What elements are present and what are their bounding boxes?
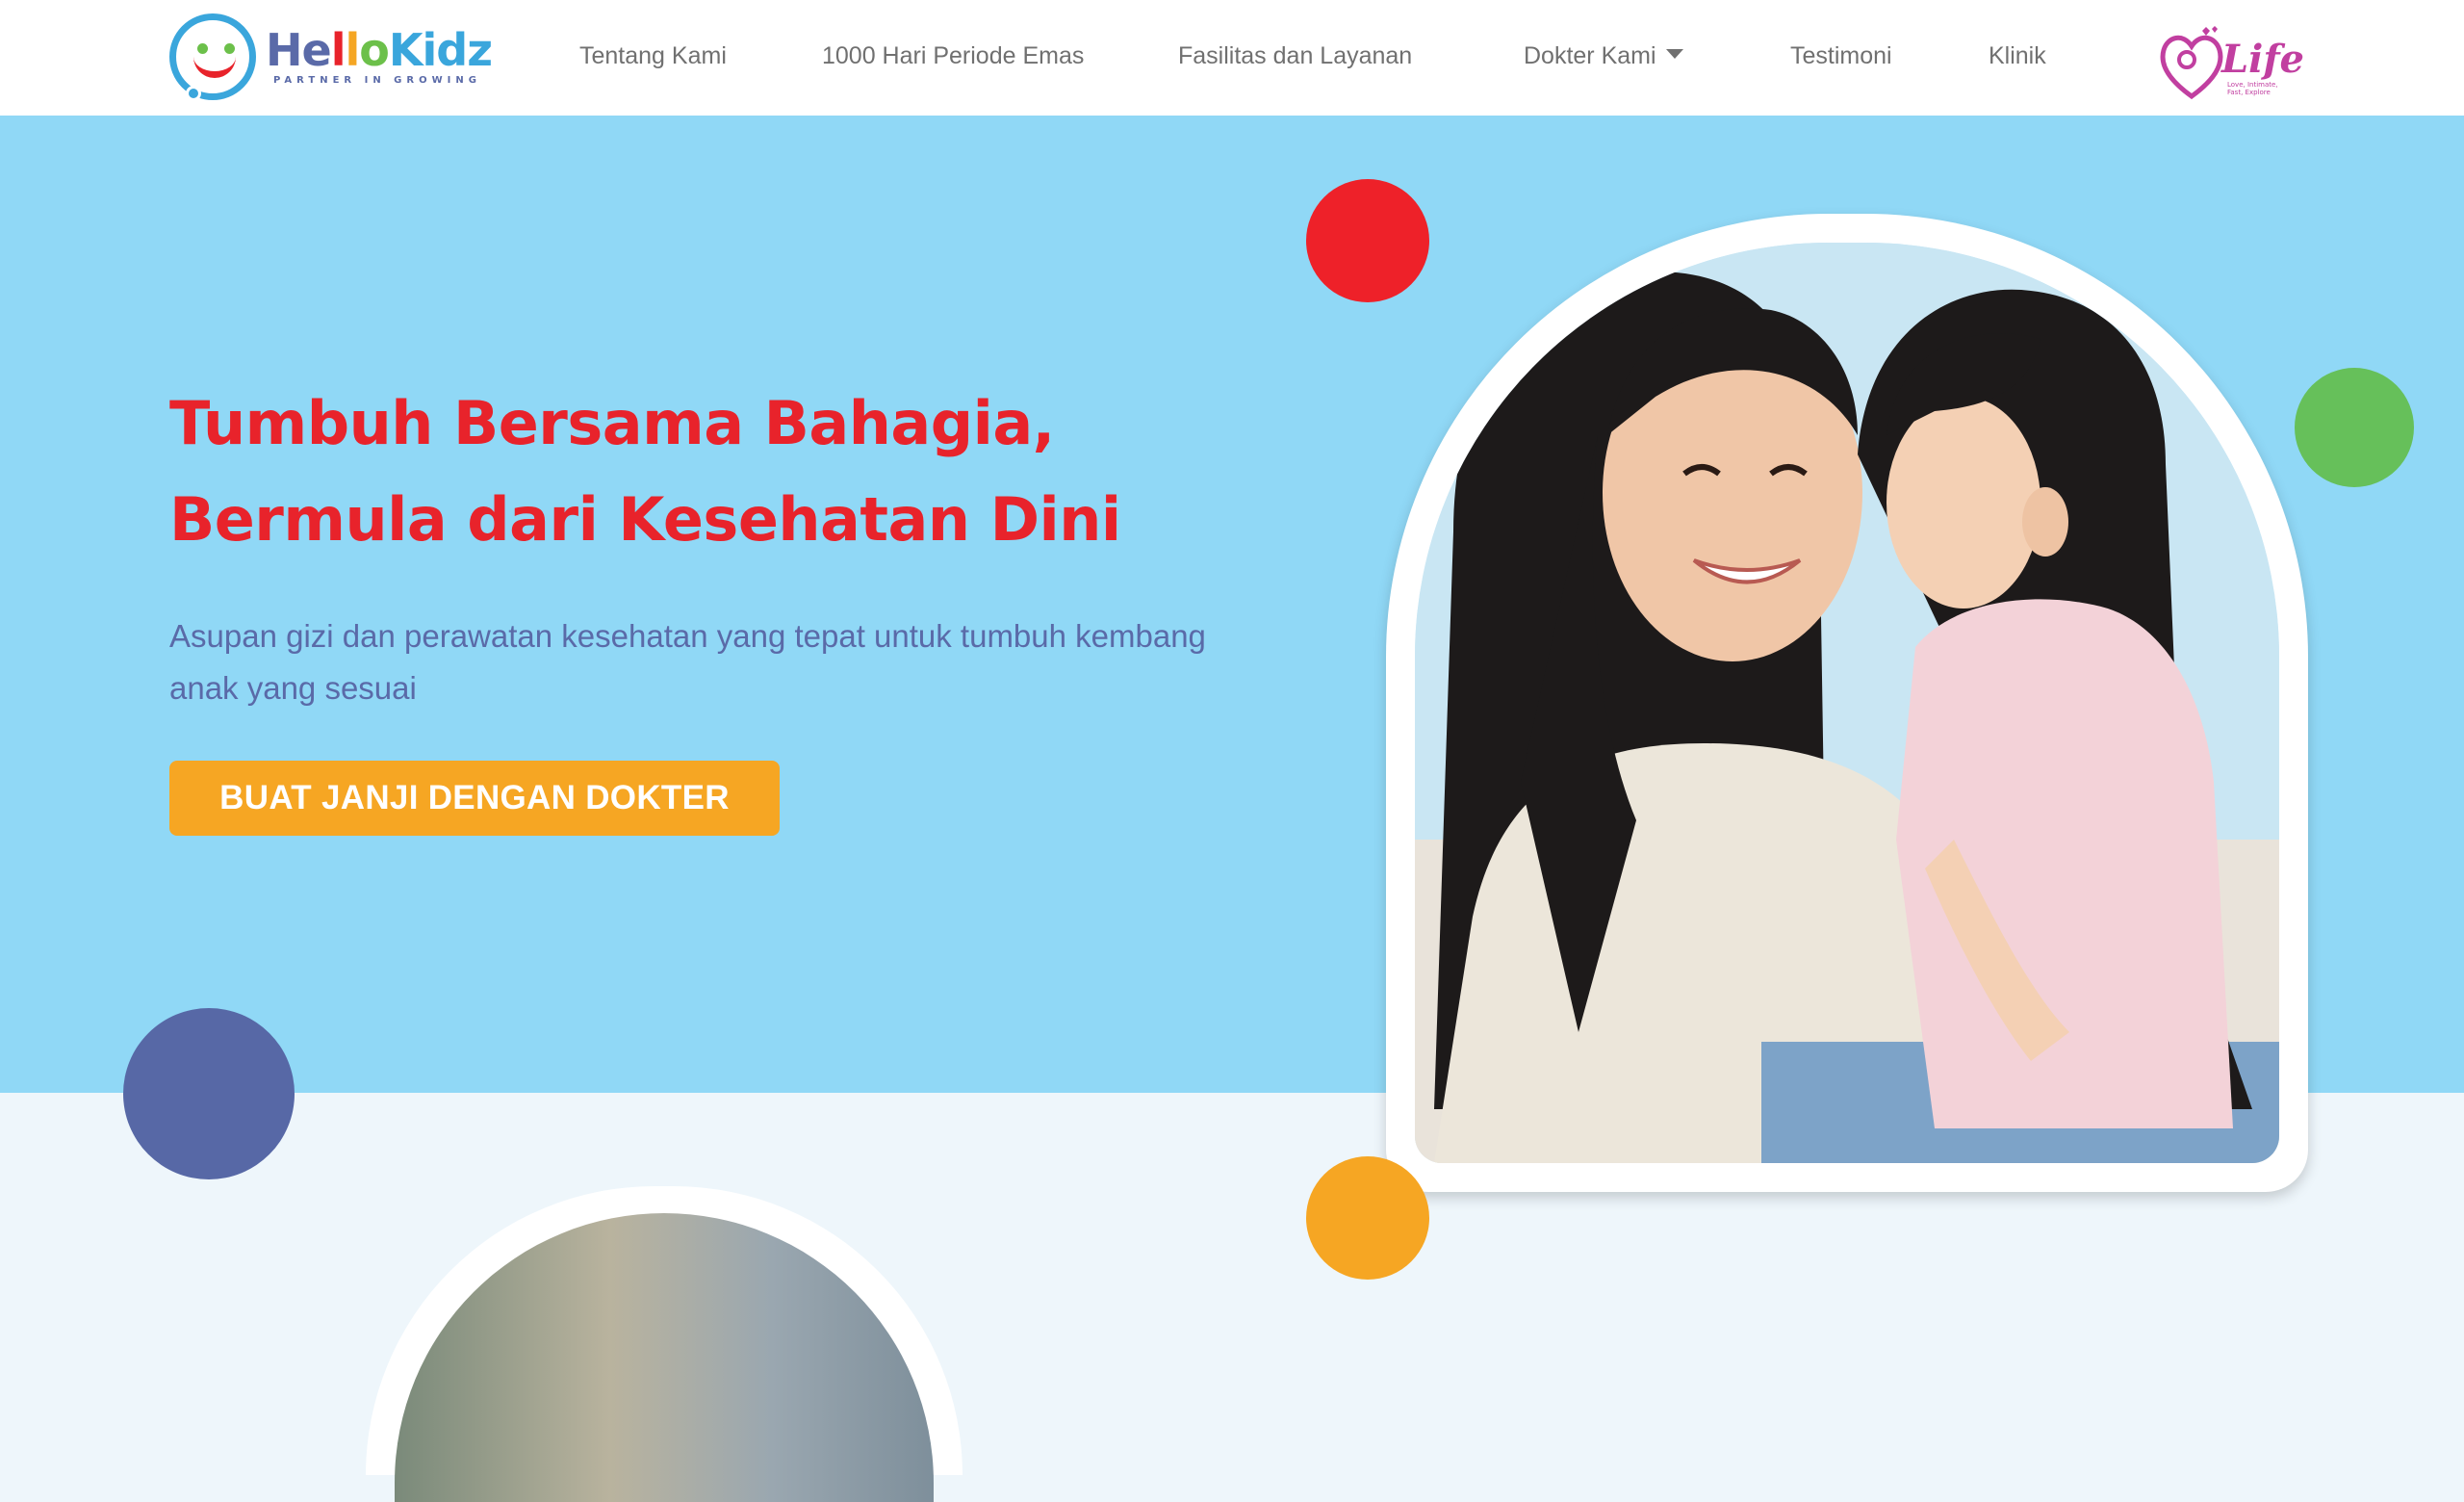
book-appointment-button[interactable]: BUAT JANJI DENGAN DOKTER <box>169 761 780 836</box>
decor-circle-red <box>1306 179 1429 302</box>
nav-item-fasilitas[interactable]: Fasilitas dan Layanan <box>1178 42 1412 70</box>
mother-daughter-illustration <box>1415 243 2279 1163</box>
nav-item-dokter-kami[interactable]: Dokter Kami <box>1524 42 1683 70</box>
decor-circle-blue <box>123 1008 295 1179</box>
hero-photo-frame <box>1386 214 2308 1192</box>
hero-title-line2: Bermula dari Kesehatan Dini <box>169 484 1121 555</box>
hero-title: Tumbuh Bersama Bahagia, Bermula dari Kes… <box>169 376 1228 568</box>
hero-photo <box>1415 243 2279 1163</box>
nav-item-dokter-kami-label: Dokter Kami <box>1524 42 1656 69</box>
brand-tagline: PARTNER IN GROWING <box>273 75 481 86</box>
hero-subtitle: Asupan gizi dan perawatan kesehatan yang… <box>169 618 1206 706</box>
nav-item-1000-hari[interactable]: 1000 Hari Periode Emas <box>822 42 1084 70</box>
hellokidz-logo[interactable]: HelloKidz PARTNER IN GROWING <box>169 13 493 102</box>
nav-item-tentang-kami[interactable]: Tentang Kami <box>579 42 727 70</box>
decor-circle-yellow <box>1306 1156 1429 1280</box>
hero-title-line1: Tumbuh Bersama Bahagia, <box>169 388 1055 458</box>
caret-down-icon <box>1665 49 1683 60</box>
smiley-face-icon <box>169 13 256 101</box>
nav-item-testimoni[interactable]: Testimoni <box>1790 42 1892 70</box>
secondary-photo <box>395 1213 934 1502</box>
life-wordmark: Life <box>2221 37 2304 82</box>
decor-circle-green <box>2295 368 2414 487</box>
life-tagline: Love, Intimate, Fast, Explore <box>2227 81 2278 96</box>
brand-wordmark: HelloKidz <box>266 24 493 76</box>
mother-baby-heart-icon <box>2160 26 2223 100</box>
life-partner-logo[interactable]: Life Love, Intimate, Fast, Explore <box>2152 12 2304 108</box>
site-header: HelloKidz PARTNER IN GROWING Tentang Kam… <box>0 0 2464 116</box>
nav-item-klinik[interactable]: Klinik <box>1989 42 2046 70</box>
